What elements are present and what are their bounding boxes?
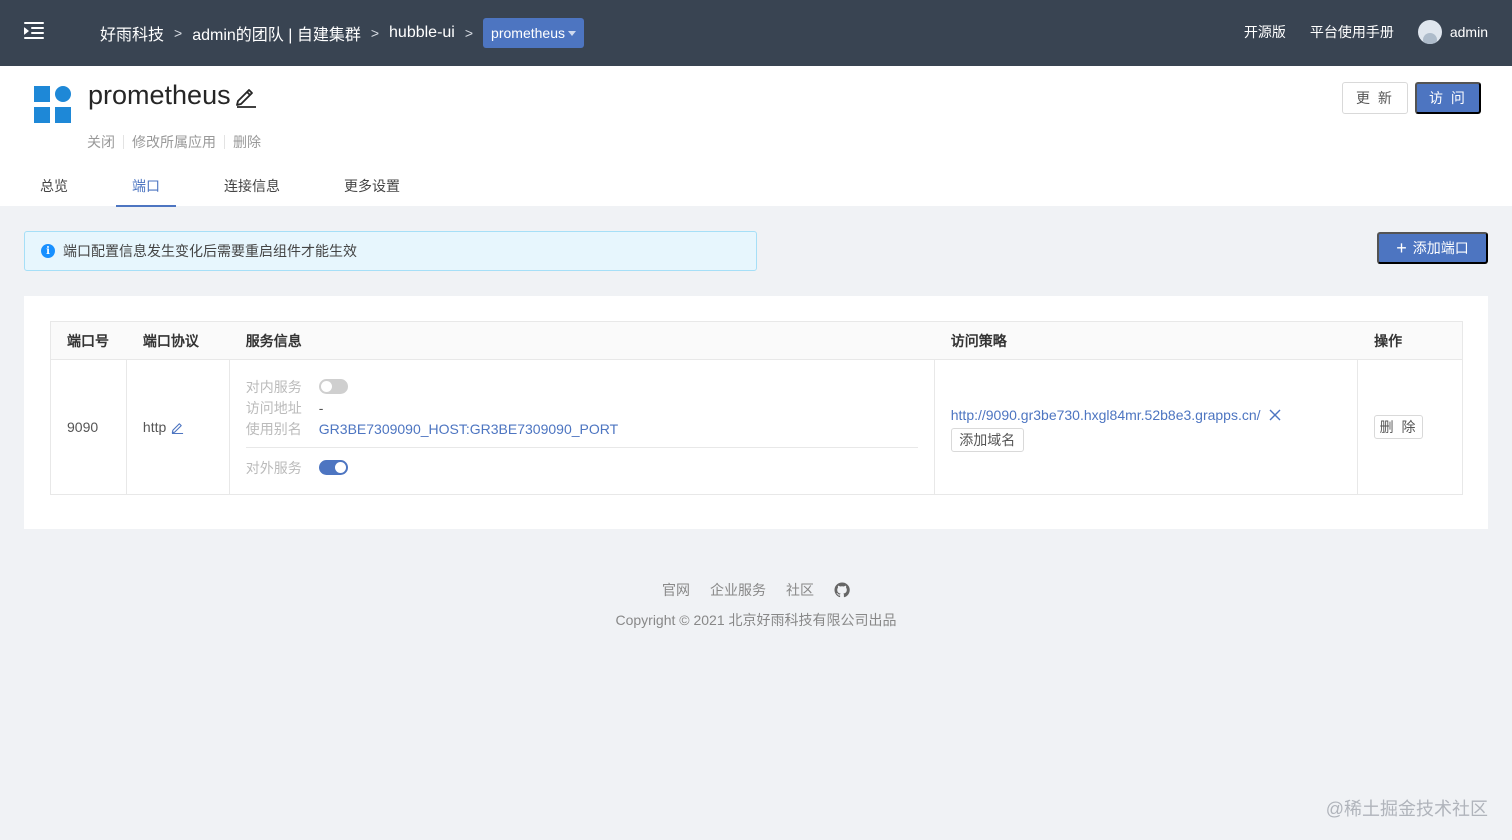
user-menu[interactable]: admin (1417, 20, 1488, 44)
header-protocol: 端口协议 (142, 332, 199, 349)
avatar (1417, 20, 1442, 44)
access-address-row: 访问地址 - (246, 397, 918, 418)
access-url-link[interactable]: http://9090.gr3be730.hxgl84mr.52b8e3.gra… (951, 407, 1261, 423)
open-source-link[interactable]: 开源版 (1244, 22, 1286, 42)
footer-enterprise-link[interactable]: 企业服务 (710, 580, 766, 600)
menu-toggle-icon[interactable] (24, 22, 44, 40)
tab-connection-info[interactable]: 连接信息 (208, 166, 296, 206)
component-header: prometheus 关闭 修改所属应用 删除 更 新 访 问 总览 端口 连接… (0, 66, 1512, 207)
alias-label: 使用别名 (245, 420, 302, 437)
top-navigation-bar: 好雨科技 > admin的团队 | 自建集群 > hubble-ui > pro… (0, 0, 1512, 66)
header-port: 端口号 (67, 332, 109, 349)
access-address-label: 访问地址 (245, 399, 302, 416)
watermark: @稀土掘金技术社区 (1325, 799, 1488, 819)
username: admin (1449, 24, 1488, 40)
outer-service-label: 对外服务 (245, 459, 302, 476)
add-domain-button[interactable]: 添加域名 (950, 427, 1024, 452)
delete-port-button[interactable]: 删 除 (1374, 415, 1424, 439)
alias-value[interactable]: GR3BE7309090_HOST:GR3BE7309090_PORT (319, 421, 618, 437)
close-component-link[interactable]: 关闭 (87, 132, 115, 152)
close-icon[interactable] (1269, 409, 1281, 421)
breadcrumb: 好雨科技 > admin的团队 | 自建集群 > hubble-ui > pro… (100, 18, 584, 48)
breadcrumb-company[interactable]: 好雨科技 (100, 21, 164, 45)
access-address-value: - (318, 399, 324, 416)
component-tabs: 总览 端口 连接信息 更多设置 (24, 166, 448, 207)
divider (123, 135, 124, 149)
inner-service-row: 对内服务 (246, 376, 918, 397)
alias-row: 使用别名 GR3BE7309090_HOST:GR3BE7309090_PORT (246, 418, 918, 439)
page-title: prometheus (88, 80, 258, 111)
header-service-info: 服务信息 (245, 332, 302, 349)
update-button[interactable]: 更 新 (1342, 82, 1408, 114)
footer-links: 官网 企业服务 社区 (0, 580, 1512, 600)
footer-official-site-link[interactable]: 官网 (662, 580, 690, 600)
access-policy-cell: http://9090.gr3be730.hxgl84mr.52b8e3.gra… (935, 360, 1359, 494)
breadcrumb-team-cluster[interactable]: admin的团队 | 自建集群 (192, 21, 361, 45)
service-info-cell: 对内服务 访问地址 - 使用别名 GR3BE7309090_HOST:GR3BE… (230, 360, 935, 494)
footer-community-link[interactable]: 社区 (786, 580, 814, 600)
table-row: 9090 http 对内服务 访问地址 - 使用别名 GR3BE7309090_… (51, 360, 1462, 494)
github-icon[interactable] (834, 582, 850, 598)
divider (245, 447, 918, 448)
platform-manual-link[interactable]: 平台使用手册 (1310, 22, 1394, 42)
port-number: 9090 (51, 360, 127, 494)
inner-service-label: 对内服务 (245, 378, 302, 395)
component-logo-icon (34, 86, 72, 124)
component-actions: 关闭 修改所属应用 删除 (87, 132, 261, 152)
tab-overview[interactable]: 总览 (24, 166, 84, 206)
component-name: prometheus (88, 80, 231, 110)
access-url-row: http://9090.gr3be730.hxgl84mr.52b8e3.gra… (951, 407, 1357, 423)
tab-ports[interactable]: 端口 (116, 166, 176, 207)
info-alert: i 端口配置信息发生变化后需要重启组件才能生效 (24, 231, 757, 271)
top-right-nav: 开源版 平台使用手册 admin (1220, 20, 1488, 44)
ports-table: 端口号 端口协议 服务信息 访问策略 操作 9090 http 对内服务 访问地… (50, 321, 1463, 495)
component-selector-label: prometheus (491, 25, 565, 41)
header-operation: 操作 (1374, 332, 1403, 349)
visit-button[interactable]: 访 问 (1415, 82, 1481, 114)
change-app-link[interactable]: 修改所属应用 (132, 132, 216, 152)
breadcrumb-application[interactable]: hubble-ui (389, 24, 455, 42)
tab-more-settings[interactable]: 更多设置 (328, 166, 416, 206)
ports-card: 端口号 端口协议 服务信息 访问策略 操作 9090 http 对内服务 访问地… (24, 296, 1488, 529)
chevron-down-icon (567, 31, 576, 36)
protocol-cell: http (127, 360, 230, 494)
breadcrumb-separator: > (370, 25, 380, 41)
protocol-value: http (142, 419, 167, 435)
table-header: 端口号 端口协议 服务信息 访问策略 操作 (51, 322, 1462, 360)
header-access-policy: 访问策略 (950, 332, 1007, 349)
add-port-button[interactable]: + 添加端口 (1377, 232, 1488, 264)
divider (224, 135, 225, 149)
inner-service-toggle[interactable] (318, 379, 348, 394)
add-port-label: 添加端口 (1412, 240, 1469, 256)
outer-service-toggle[interactable] (318, 460, 348, 475)
outer-service-row: 对外服务 (246, 457, 918, 478)
edit-name-icon[interactable] (234, 84, 258, 108)
delete-component-link[interactable]: 删除 (233, 132, 261, 152)
alert-text: 端口配置信息发生变化后需要重启组件才能生效 (63, 243, 357, 259)
info-icon: i (41, 244, 55, 258)
plus-icon: + (1396, 238, 1407, 258)
breadcrumb-separator: > (464, 25, 474, 41)
component-selector-dropdown[interactable]: prometheus (483, 18, 584, 48)
copyright-text: Copyright © 2021 北京好雨科技有限公司出品 (615, 612, 897, 628)
edit-protocol-icon[interactable] (171, 421, 184, 434)
breadcrumb-separator: > (174, 25, 183, 41)
operation-cell: 删 除 (1358, 360, 1462, 494)
